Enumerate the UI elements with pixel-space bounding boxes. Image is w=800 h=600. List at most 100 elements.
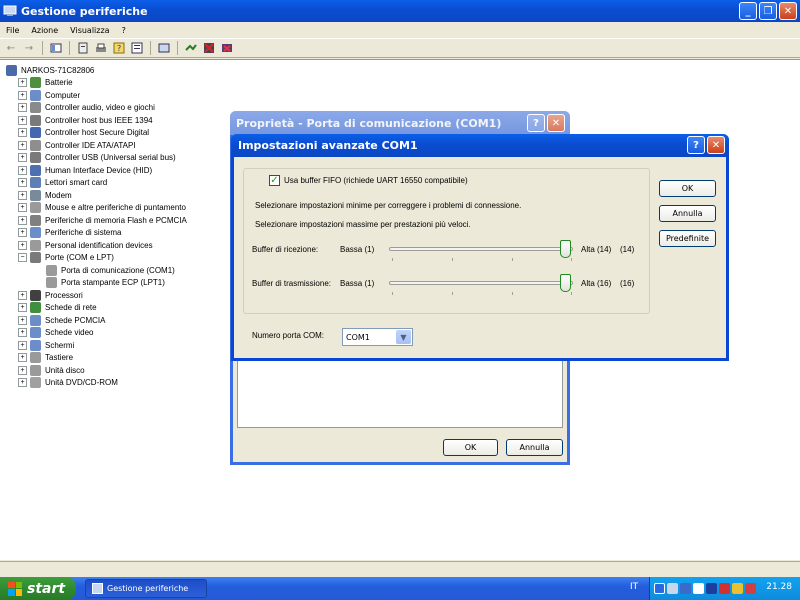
tree-item[interactable]: + Personal identification devices [18, 239, 153, 251]
expand-icon[interactable]: + [18, 153, 27, 162]
update-driver-icon[interactable] [184, 41, 198, 55]
properties-close-button[interactable]: ✕ [547, 114, 565, 132]
tree-item[interactable]: + Controller host Secure Digital [18, 127, 149, 139]
expand-icon[interactable]: + [18, 115, 27, 125]
expand-icon[interactable]: + [18, 365, 27, 375]
properties-help-button[interactable]: ? [527, 114, 545, 132]
tree-item[interactable]: + Schede di rete [18, 302, 97, 314]
menu-azione[interactable]: Azione [25, 26, 64, 35]
tree-item[interactable]: − Porte (COM e LPT) [18, 252, 114, 264]
tree-child-item[interactable]: Porta di comunicazione (COM1) [46, 264, 175, 276]
disable-icon[interactable] [202, 41, 216, 55]
tree-item[interactable]: + Schede video [18, 327, 93, 339]
rx-slider-thumb[interactable] [560, 240, 571, 258]
expand-icon[interactable]: + [18, 228, 27, 237]
menu-file[interactable]: File [0, 26, 25, 35]
start-button[interactable]: start [0, 577, 76, 600]
tx-slider-track[interactable] [389, 281, 573, 285]
tree-item[interactable]: + Controller USB (Universal serial bus) [18, 152, 176, 164]
minimize-button[interactable]: _ [739, 2, 757, 20]
menu-visualizza[interactable]: Visualizza [64, 26, 115, 35]
properties-dialog-titlebar[interactable]: Proprietà - Porta di comunicazione (COM1… [230, 111, 570, 135]
tree-item[interactable]: + Computer [18, 89, 80, 101]
tray-antivirus-icon[interactable] [745, 583, 756, 594]
expand-icon[interactable]: + [18, 140, 27, 150]
tree-item[interactable]: + Lettori smart card [18, 177, 107, 189]
tree-item[interactable]: NARKOS-71C82806 [6, 64, 94, 76]
advanced-ok-button[interactable]: OK [659, 180, 716, 197]
back-icon[interactable]: ← [4, 41, 18, 55]
print-icon[interactable] [94, 41, 108, 55]
uninstall-icon[interactable] [220, 41, 234, 55]
tree-item[interactable]: + Human Interface Device (HID) [18, 164, 152, 176]
tray-device-icon[interactable] [706, 583, 717, 594]
tree-item[interactable]: + Mouse e altre periferiche di puntamento [18, 202, 186, 214]
properties-icon[interactable] [76, 41, 90, 55]
expand-icon[interactable]: + [18, 240, 27, 250]
fifo-checkbox[interactable]: ✓ [269, 175, 280, 186]
expand-icon[interactable]: + [18, 178, 27, 187]
maximize-button[interactable]: ❐ [759, 2, 777, 20]
tree-item[interactable]: + Controller host bus IEEE 1394 [18, 114, 153, 126]
collapse-icon[interactable]: − [18, 253, 27, 262]
expand-icon[interactable]: + [18, 303, 27, 312]
taskbar-item-device-manager[interactable]: Gestione periferiche [85, 579, 207, 598]
tree-item[interactable]: + Processori [18, 289, 83, 301]
expand-icon[interactable]: + [18, 78, 27, 87]
chevron-down-icon[interactable]: ▼ [396, 330, 411, 344]
properties-ok-button[interactable]: OK [443, 439, 498, 456]
view-icon[interactable] [49, 41, 63, 55]
tree-child-item[interactable]: Porta stampante ECP (LPT1) [46, 277, 165, 289]
tray-security-icon[interactable] [719, 583, 730, 594]
window-titlebar[interactable]: Gestione periferiche _ ❐ ✕ [0, 0, 800, 22]
tx-slider-thumb[interactable] [560, 274, 571, 292]
advanced-close-button[interactable]: ✕ [707, 136, 725, 154]
defaults-button[interactable]: Predefinite [659, 230, 716, 247]
expand-icon[interactable]: + [18, 215, 27, 225]
tray-network-icon[interactable] [667, 583, 678, 594]
tray-back-icon[interactable] [654, 583, 665, 594]
expand-icon[interactable]: + [18, 90, 27, 100]
com-port-select[interactable]: COM1 ▼ [342, 328, 413, 346]
advanced-help-button[interactable]: ? [687, 136, 705, 154]
tree-item[interactable]: + Unità disco [18, 364, 85, 376]
tree-item[interactable]: + Schede PCMCIA [18, 314, 105, 326]
help-icon[interactable]: ? [112, 41, 126, 55]
properties-cancel-button[interactable]: Annulla [506, 439, 563, 456]
tree-item[interactable]: + Tastiere [18, 352, 73, 364]
expand-icon[interactable]: + [18, 353, 27, 362]
close-button[interactable]: ✕ [779, 2, 797, 20]
language-indicator[interactable]: IT [630, 582, 638, 592]
advanced-cancel-button[interactable]: Annulla [659, 205, 716, 222]
expand-icon[interactable]: + [18, 203, 27, 212]
tree-item[interactable]: + Unità DVD/CD-ROM [18, 377, 118, 389]
advanced-dialog-titlebar[interactable]: Impostazioni avanzate COM1 [231, 134, 729, 157]
clock[interactable]: 21.28 [766, 582, 792, 592]
expand-icon[interactable]: + [18, 378, 27, 387]
expand-icon[interactable]: + [18, 315, 27, 325]
view-list-icon[interactable] [130, 41, 144, 55]
window-title: Gestione periferiche [21, 4, 148, 18]
tree-item[interactable]: + Schermi [18, 339, 74, 351]
expand-icon[interactable]: + [18, 340, 27, 350]
rx-slider-track[interactable] [389, 247, 573, 251]
tree-item[interactable]: + Controller IDE ATA/ATAPI [18, 139, 136, 151]
expand-icon[interactable]: + [18, 190, 27, 200]
tree-item[interactable]: + Periferiche di sistema [18, 227, 121, 239]
tree-item[interactable]: + Periferiche di memoria Flash e PCMCIA [18, 214, 187, 226]
tray-volume-icon[interactable] [732, 583, 743, 594]
expand-icon[interactable]: + [18, 165, 27, 175]
tray-monitor-icon[interactable] [680, 583, 691, 594]
expand-icon[interactable]: + [18, 103, 27, 112]
tree-item[interactable]: + Modem [18, 189, 72, 201]
hint-min-text: Selezionare impostazioni minime per corr… [255, 201, 522, 210]
menu-help[interactable]: ? [116, 26, 132, 35]
expand-icon[interactable]: + [18, 128, 27, 137]
expand-icon[interactable]: + [18, 290, 27, 300]
tray-usb-icon[interactable] [693, 583, 704, 594]
tree-item[interactable]: + Batterie [18, 77, 73, 89]
forward-icon[interactable]: → [22, 41, 36, 55]
expand-icon[interactable]: + [18, 328, 27, 337]
tree-item[interactable]: + Controller audio, video e giochi [18, 102, 155, 114]
scan-icon[interactable] [157, 41, 171, 55]
